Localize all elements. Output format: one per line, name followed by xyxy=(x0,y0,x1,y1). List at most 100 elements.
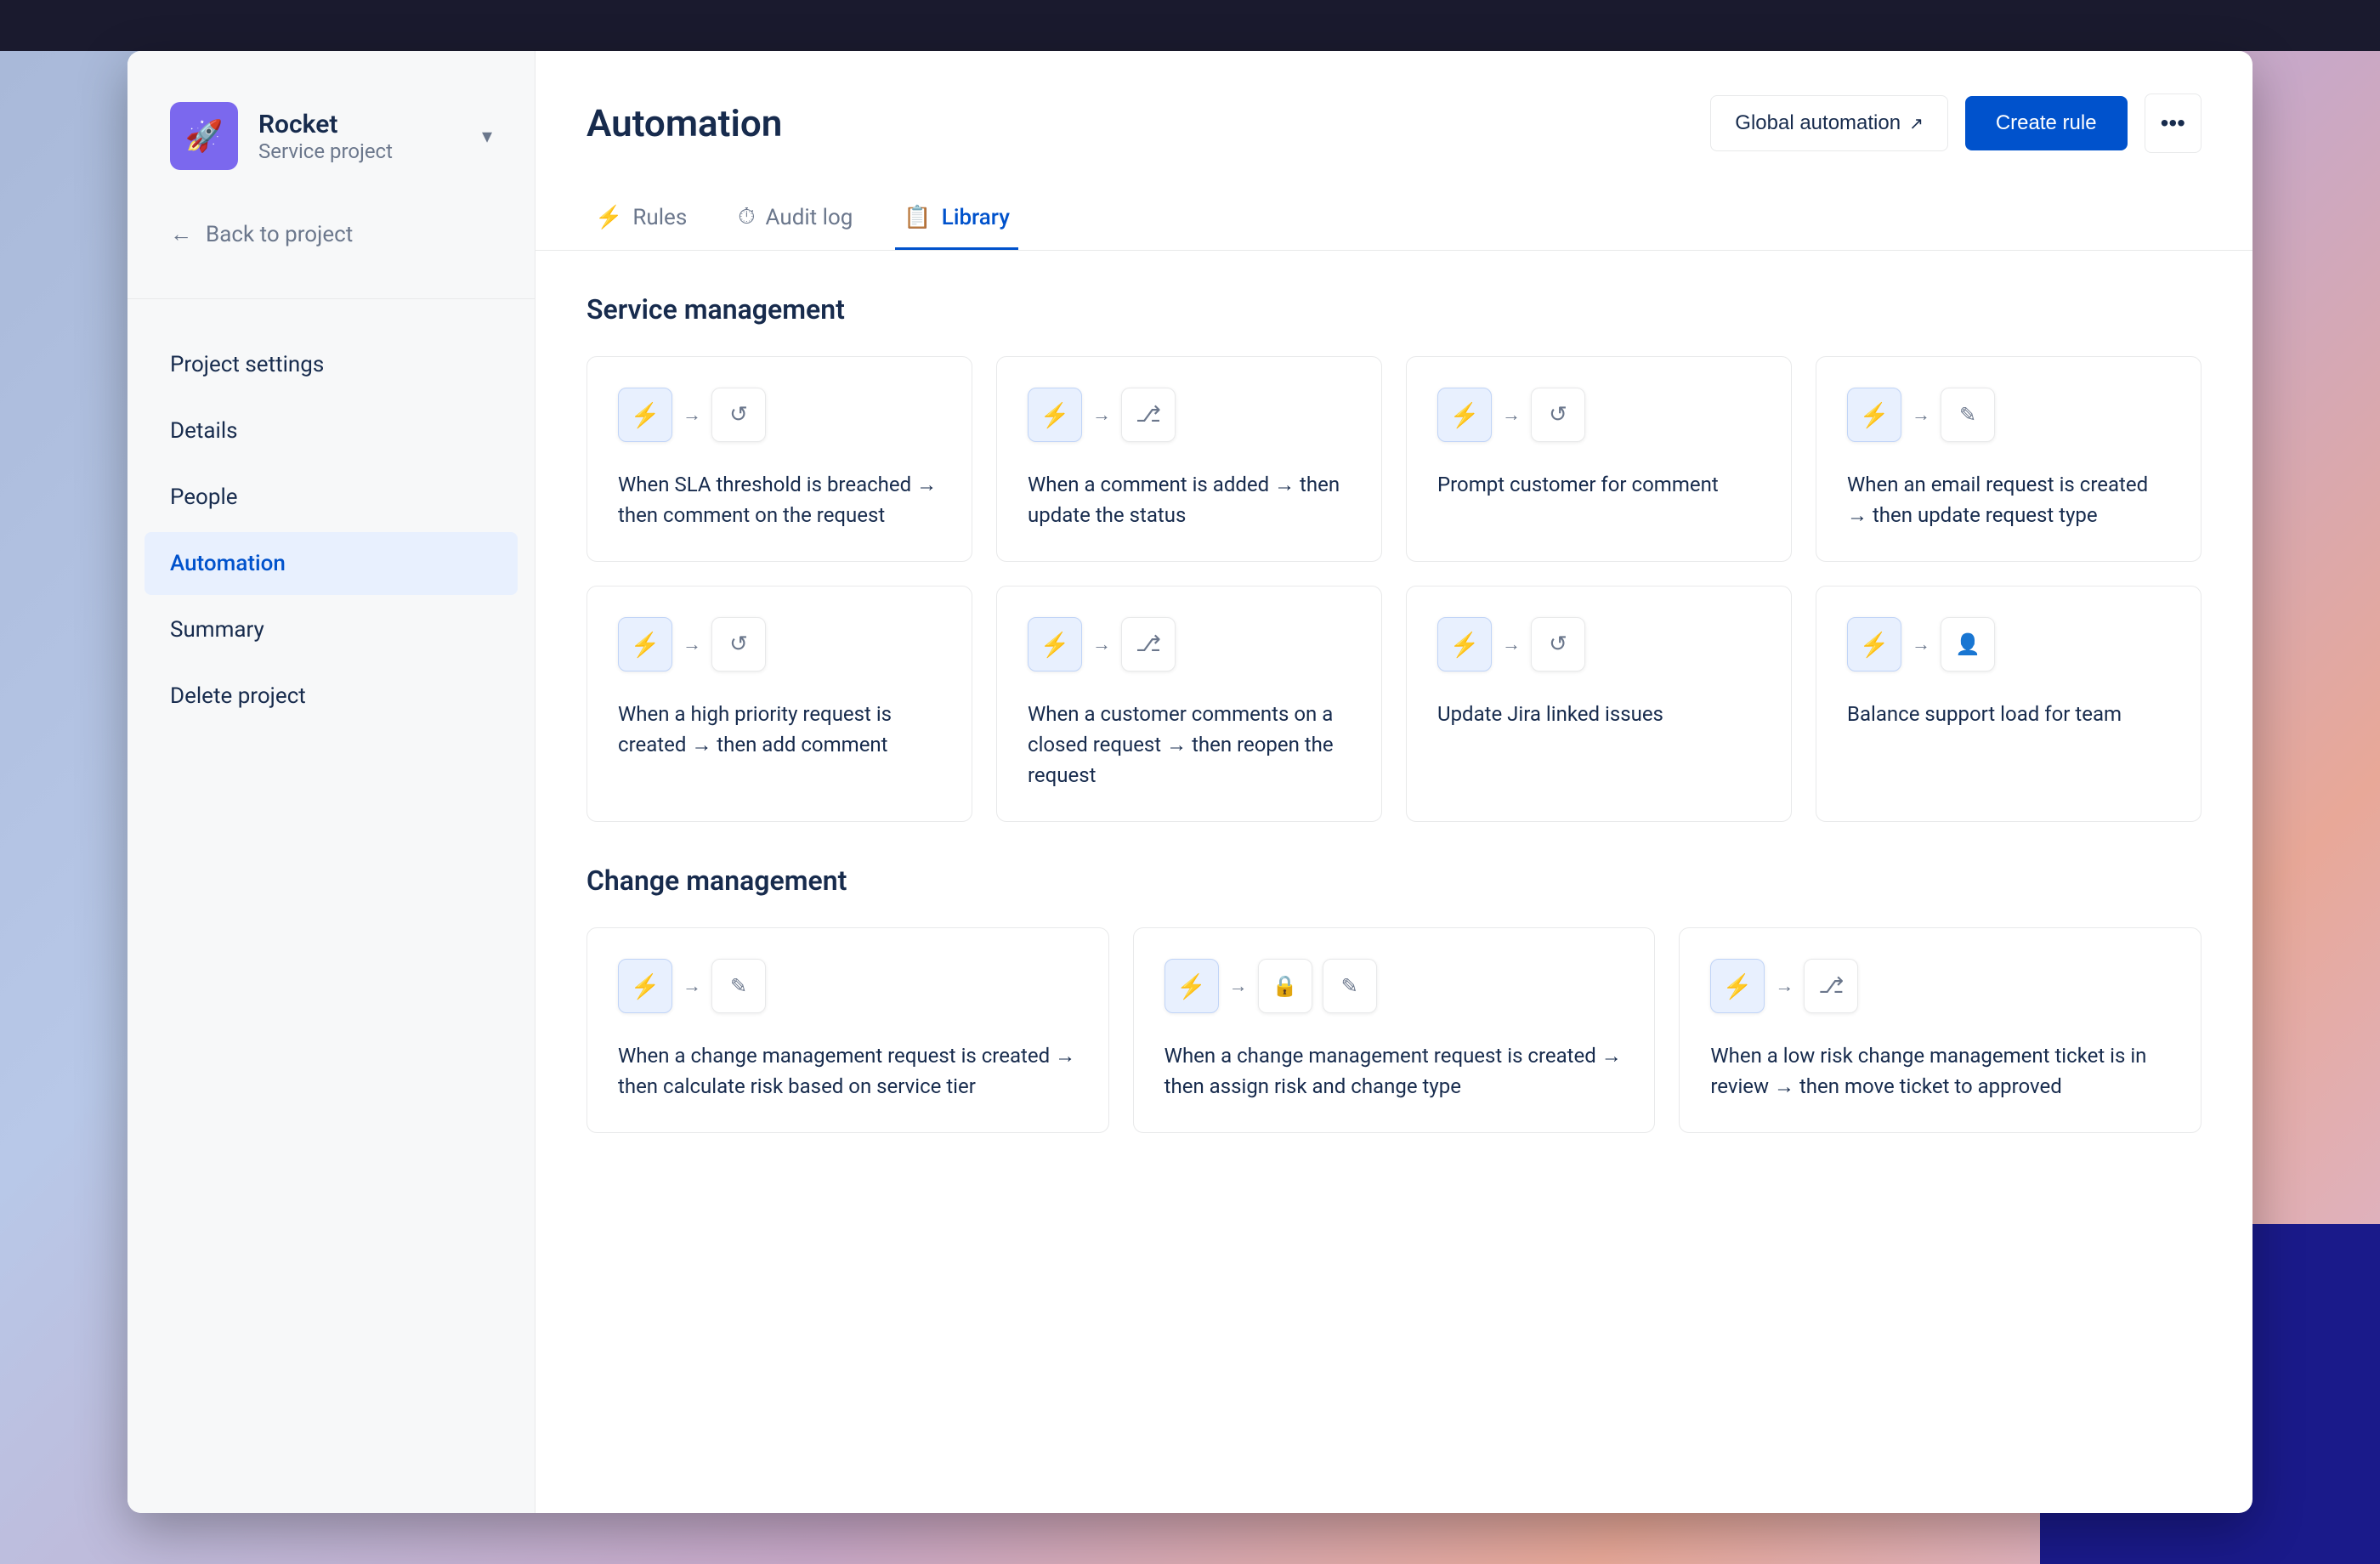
card-text: When an email request is created → then … xyxy=(1847,469,2170,530)
card-balance-load[interactable]: ⚡ → 👤 Balance support load for team xyxy=(1816,586,2202,822)
more-options-button[interactable]: ••• xyxy=(2145,94,2202,153)
card-icons: ⚡ → ✎ xyxy=(1847,388,2170,442)
card-icons: ⚡ → 👤 xyxy=(1847,617,2170,672)
refresh-icon: ↺ xyxy=(729,632,748,657)
pencil-icon: ✎ xyxy=(1341,974,1358,998)
content-area: Service management ⚡ → ↺ When SLA t xyxy=(536,251,2252,1513)
bolt-icon-box: ⚡ xyxy=(618,617,672,672)
card-prompt-customer[interactable]: ⚡ → ↺ Prompt customer for comment xyxy=(1406,356,1792,562)
card-low-risk-review[interactable]: ⚡ → ⎇ When a low risk change management … xyxy=(1679,927,2202,1133)
library-icon: 📋 xyxy=(904,205,931,230)
project-logo: 🚀 xyxy=(170,102,238,170)
sidebar-item-project-settings[interactable]: Project settings xyxy=(144,333,518,396)
change-management-title: Change management xyxy=(586,864,2202,897)
arrow-icon: → xyxy=(1912,404,1930,426)
arrow-icon: → xyxy=(683,975,701,997)
audit-log-icon: ⏱ xyxy=(738,204,755,230)
card-customer-closed[interactable]: ⚡ → ⎇ When a customer comments on a clos… xyxy=(996,586,1382,822)
action-icon-box: ✎ xyxy=(711,959,766,1013)
action-icon-box: ⎇ xyxy=(1804,959,1858,1013)
sidebar-item-delete-project[interactable]: Delete project xyxy=(144,665,518,728)
arrow-icon: → xyxy=(1092,633,1111,655)
tab-audit-log[interactable]: ⏱ Audit log xyxy=(729,187,861,250)
header-actions: Global automation ↗ Create rule ••• xyxy=(1710,94,2202,153)
bolt-icon: ⚡ xyxy=(1040,401,1070,429)
card-text: When a change management request is crea… xyxy=(1164,1040,1624,1102)
card-text: When SLA threshold is breached → then co… xyxy=(618,469,941,530)
sidebar-divider xyxy=(128,298,535,299)
sidebar-item-automation[interactable]: Automation xyxy=(144,532,518,595)
back-arrow-icon: ← xyxy=(170,221,192,247)
tabs: ⚡ Rules ⏱ Audit log 📋 Library xyxy=(586,187,2202,250)
change-management-section: Change management ⚡ → ✎ When a chan xyxy=(586,864,2202,1133)
bolt-icon: ⚡ xyxy=(1450,401,1480,429)
project-subtitle: Service project xyxy=(258,139,462,163)
bolt-icon-box: ⚡ xyxy=(1437,617,1492,672)
service-management-grid: ⚡ → ↺ When SLA threshold is breached → t… xyxy=(586,356,2202,822)
action-icon-box: ↺ xyxy=(711,388,766,442)
action-icon-box: 👤 xyxy=(1941,617,1995,672)
create-rule-button[interactable]: Create rule xyxy=(1965,96,2128,150)
sidebar: 🚀 Rocket Service project ▾ ← Back to pro… xyxy=(128,51,536,1513)
sidebar-item-people[interactable]: People xyxy=(144,466,518,529)
tab-rules[interactable]: ⚡ Rules xyxy=(586,187,695,250)
project-name: Rocket xyxy=(258,110,462,139)
card-change-risk[interactable]: ⚡ → ✎ When a change management request i… xyxy=(586,927,1109,1133)
project-title-block: Rocket Service project xyxy=(258,110,462,163)
bolt-icon: ⚡ xyxy=(1450,631,1480,659)
sidebar-nav: Project settings Details People Automati… xyxy=(128,333,535,731)
card-text: When a low risk change management ticket… xyxy=(1710,1040,2170,1102)
action-icon-box: ↺ xyxy=(1531,617,1585,672)
action-icon-box: ✎ xyxy=(1941,388,1995,442)
card-change-assign[interactable]: ⚡ → 🔒 ✎ When a change management request… xyxy=(1133,927,1656,1133)
person-icon: 👤 xyxy=(1955,632,1980,656)
main-content: Automation Global automation ↗ Create ru… xyxy=(536,51,2252,1513)
arrow-icon: → xyxy=(1775,975,1794,997)
card-text: When a high priority request is created … xyxy=(618,699,941,760)
main-header: Automation Global automation ↗ Create ru… xyxy=(536,51,2252,251)
change-management-grid: ⚡ → ✎ When a change management request i… xyxy=(586,927,2202,1133)
tab-rules-label: Rules xyxy=(632,205,687,230)
branch-icon: ⎇ xyxy=(1136,402,1161,428)
arrow-icon: → xyxy=(1912,633,1930,655)
card-email-request[interactable]: ⚡ → ✎ When an email request is created →… xyxy=(1816,356,2202,562)
bolt-icon-box: ⚡ xyxy=(1847,617,1901,672)
card-text: Prompt customer for comment xyxy=(1437,469,1760,500)
main-window: 🚀 Rocket Service project ▾ ← Back to pro… xyxy=(128,51,2252,1513)
tab-library-label: Library xyxy=(942,205,1010,230)
arrow-icon: → xyxy=(1092,404,1111,426)
card-icons: ⚡ → ✎ xyxy=(618,959,1078,1013)
refresh-icon: ↺ xyxy=(1549,402,1567,428)
global-automation-button[interactable]: Global automation ↗ xyxy=(1710,95,1948,151)
card-text: Update Jira linked issues xyxy=(1437,699,1760,729)
arrow-icon: → xyxy=(683,633,701,655)
pencil-icon: ✎ xyxy=(730,974,747,998)
card-sla-threshold[interactable]: ⚡ → ↺ When SLA threshold is breached → t… xyxy=(586,356,972,562)
sidebar-chevron-icon: ▾ xyxy=(482,124,492,148)
card-comment-status[interactable]: ⚡ → ⎇ When a comment is added → then upd… xyxy=(996,356,1382,562)
arrow-icon: → xyxy=(1229,975,1248,997)
card-text: When a change management request is crea… xyxy=(618,1040,1078,1102)
tab-audit-log-label: Audit log xyxy=(766,205,853,230)
card-high-priority[interactable]: ⚡ → ↺ When a high priority request is cr… xyxy=(586,586,972,822)
action-icon-box: ↺ xyxy=(711,617,766,672)
bolt-icon-box: ⚡ xyxy=(618,959,672,1013)
sidebar-item-summary[interactable]: Summary xyxy=(144,598,518,661)
arrow-icon: → xyxy=(1502,404,1521,426)
sidebar-item-details[interactable]: Details xyxy=(144,400,518,462)
bolt-icon: ⚡ xyxy=(1723,972,1753,1000)
back-to-project-button[interactable]: ← Back to project xyxy=(128,221,535,298)
external-link-icon: ↗ xyxy=(1909,113,1924,134)
page-title: Automation xyxy=(586,101,782,145)
card-icons: ⚡ → ↺ xyxy=(1437,388,1760,442)
card-icons: ⚡ → 🔒 ✎ xyxy=(1164,959,1624,1013)
sidebar-header[interactable]: 🚀 Rocket Service project ▾ xyxy=(128,102,535,221)
card-jira-linked[interactable]: ⚡ → ↺ Update Jira linked issues xyxy=(1406,586,1792,822)
action-icon-box: ⎇ xyxy=(1121,617,1176,672)
bolt-icon: ⚡ xyxy=(1176,972,1206,1000)
bolt-icon-box: ⚡ xyxy=(618,388,672,442)
more-icon: ••• xyxy=(2161,110,2185,136)
action-icon-box-2: ✎ xyxy=(1323,959,1377,1013)
tab-library[interactable]: 📋 Library xyxy=(895,187,1018,250)
refresh-icon: ↺ xyxy=(1549,632,1567,657)
